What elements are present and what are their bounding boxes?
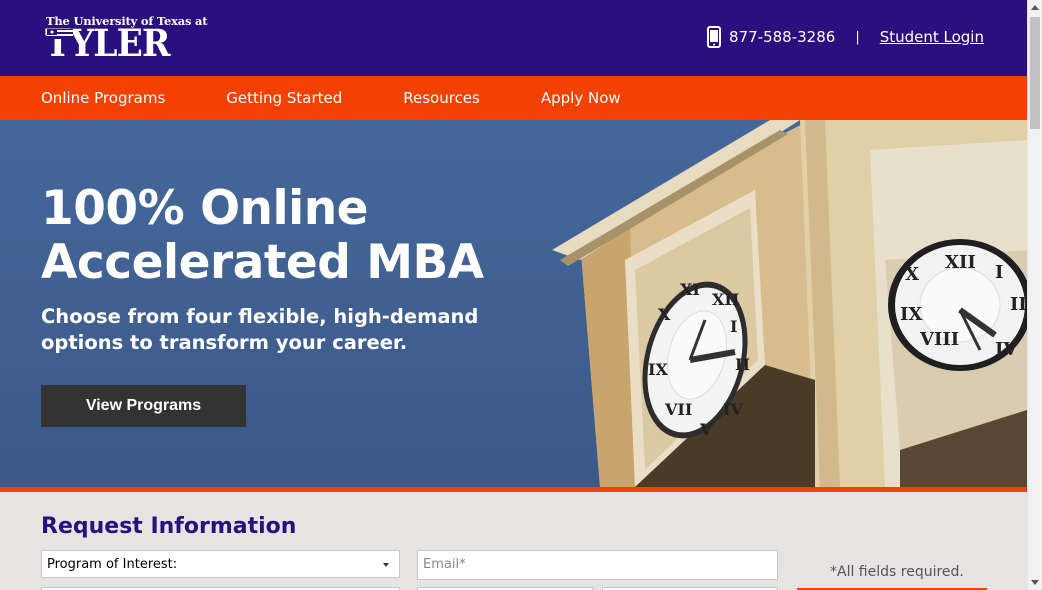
nav-item-getting-started[interactable]: Getting Started [226,89,342,107]
phone-number[interactable]: 877-588-3286 [729,28,835,46]
flag-icon [47,29,73,39]
svg-text:IX: IX [900,304,922,325]
chevron-down-icon [383,563,389,567]
svg-text:VII: VII [664,400,692,419]
view-programs-button[interactable]: View Programs [41,385,246,427]
program-of-interest-select[interactable]: Program of Interest: [41,550,400,578]
scroll-up-icon[interactable] [1031,5,1039,10]
hero-title: 100% Online Accelerated MBA [41,182,541,290]
email-placeholder: Email* [423,557,466,572]
clock-tower-image: XII I II IV V VII IX X XI XII I II IV IX [552,120,1027,487]
nav-item-apply-now[interactable]: Apply Now [541,89,621,107]
program-select-value: Program of Interest: [47,557,178,572]
ut-tyler-logo[interactable]: The University of Texas at TYLER [45,14,208,62]
request-info-form: Request Information Program of Interest:… [0,492,1027,590]
hero-banner: XII I II IV V VII IX X XI XII I II IV IX [0,120,1027,487]
page: The University of Texas at TYLER 877-588… [0,0,1027,590]
page-scrollbar[interactable] [1027,0,1042,590]
required-note: *All fields required. [830,564,964,580]
hero-subtitle: Choose from four flexible, high-demand o… [41,305,479,354]
svg-text:XI: XI [680,280,700,299]
header-separator: | [855,29,860,45]
hero-title-line2: Accelerated MBA [41,235,484,290]
svg-text:X: X [905,264,919,285]
svg-text:I: I [995,262,1003,283]
scroll-down-icon[interactable] [1031,580,1039,585]
svg-text:XII: XII [712,290,739,309]
phone-icon [707,26,722,48]
svg-text:II: II [735,355,750,374]
nav-item-online-programs[interactable]: Online Programs [41,89,165,107]
svg-text:IX: IX [648,360,668,379]
svg-text:V: V [699,420,713,439]
header-contact: 877-588-3286 | Student Login [707,26,984,48]
svg-text:I: I [730,317,737,336]
scrollbar-thumb[interactable] [1030,17,1040,129]
svg-text:XII: XII [945,252,976,273]
svg-text:IV: IV [995,339,1018,360]
site-header: The University of Texas at TYLER 877-588… [0,0,1027,76]
hero-text: 100% Online Accelerated MBA Choose from … [41,182,541,356]
form-title: Request Information [41,514,297,539]
main-nav: Online Programs Getting Started Resource… [0,76,1027,120]
nav-item-resources[interactable]: Resources [403,89,480,107]
student-login-link[interactable]: Student Login [880,28,984,46]
svg-text:VIII: VIII [919,329,959,350]
svg-text:IV: IV [723,400,743,419]
svg-text:II: II [1010,294,1027,315]
email-field[interactable]: Email* [417,550,778,580]
hero-title-line1: 100% Online [41,181,369,236]
svg-text:X: X [658,305,671,324]
